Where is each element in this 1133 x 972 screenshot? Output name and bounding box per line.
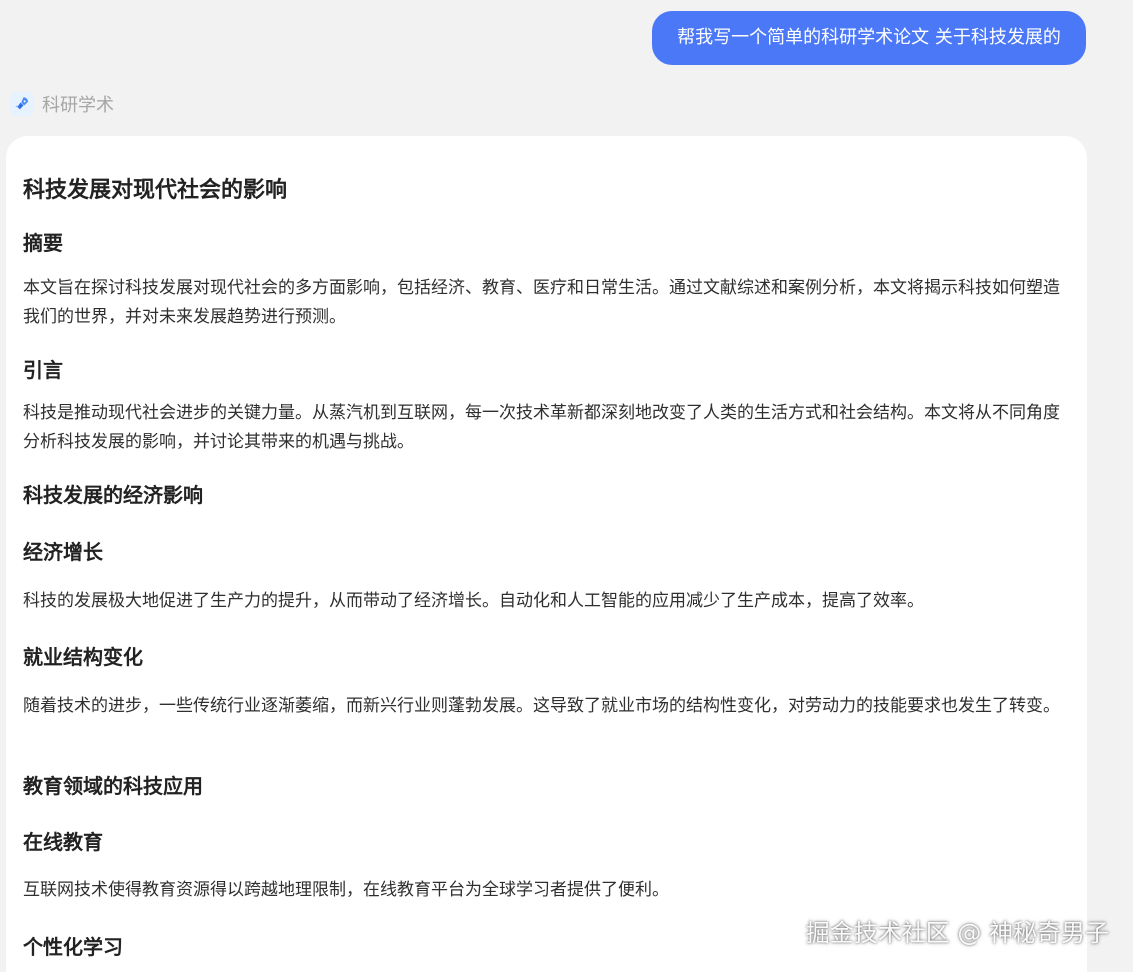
assistant-name: 科研学术 <box>42 95 114 116</box>
section-paragraph: 本文旨在探讨科技发展对现代社会的多方面影响，包括经济、教育、医疗和日常生活。通过… <box>23 278 1060 327</box>
rocket-icon <box>10 92 34 116</box>
subsection-heading: 经济增长 <box>23 540 103 564</box>
subsection-heading: 就业结构变化 <box>23 645 143 669</box>
section-heading: 科技发展的经济影响 <box>23 483 203 507</box>
subsection-heading: 在线教育 <box>23 830 103 854</box>
section-heading: 摘要 <box>23 231 63 255</box>
user-message-bubble: 帮我写一个简单的科研学术论文 关于科技发展的 <box>652 11 1086 65</box>
chat-view: 帮我写一个简单的科研学术论文 关于科技发展的 科研学术 科技发展对现代社会的影响… <box>0 0 1133 972</box>
section-paragraph: 随着技术的进步，一些传统行业逐渐萎缩，而新兴行业则蓬勃发展。这导致了就业市场的结… <box>23 696 1060 716</box>
section-heading: 教育领域的科技应用 <box>23 774 203 798</box>
section-heading: 引言 <box>23 358 63 382</box>
section-paragraph: 科技的发展极大地促进了生产力的提升，从而带动了经济增长。自动化和人工智能的应用减… <box>23 591 924 611</box>
article-title: 科技发展对现代社会的影响 <box>23 178 288 203</box>
user-message-text: 帮我写一个简单的科研学术论文 关于科技发展的 <box>677 27 1061 48</box>
subsection-heading: 个性化学习 <box>23 935 123 959</box>
assistant-label: 科研学术 <box>10 90 114 118</box>
assistant-response-card: 科技发展对现代社会的影响 摘要 本文旨在探讨科技发展对现代社会的多方面影响，包括… <box>6 136 1087 972</box>
section-paragraph: 互联网技术使得教育资源得以跨越地理限制，在线教育平台为全球学习者提供了便利。 <box>23 880 669 900</box>
section-paragraph: 科技是推动现代社会进步的关键力量。从蒸汽机到互联网，每一次技术革新都深刻地改变了… <box>23 403 1060 452</box>
